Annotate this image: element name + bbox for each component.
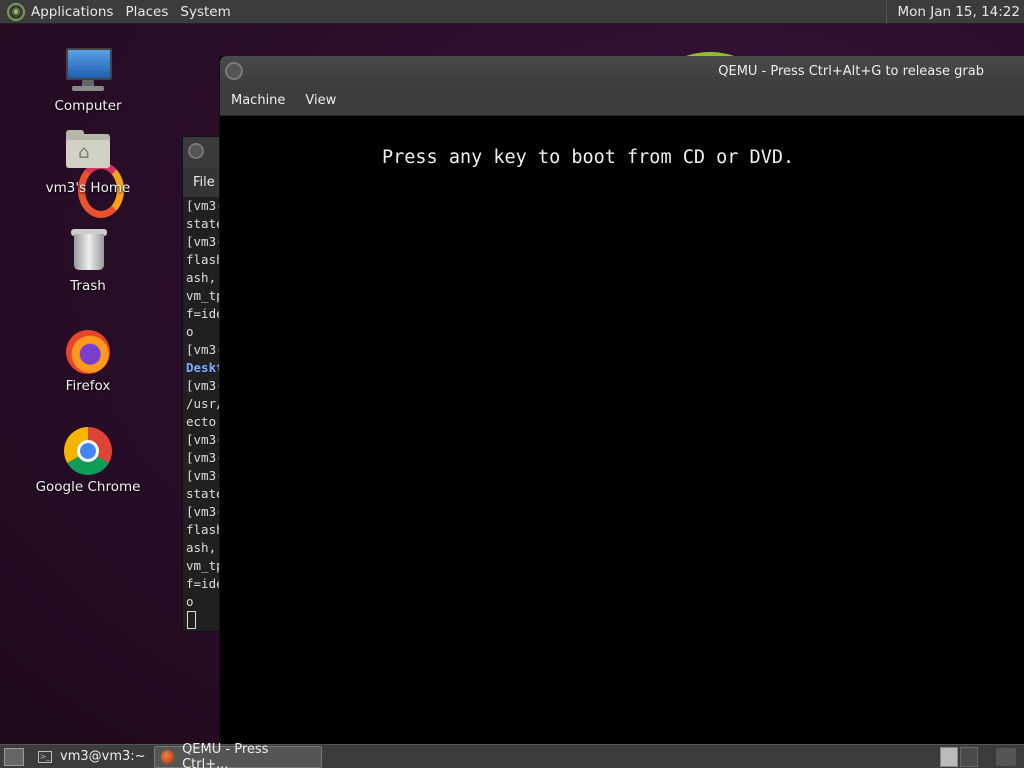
terminal-line: /usr/ <box>186 396 221 411</box>
boot-message: Press any key to boot from CD or DVD. <box>382 147 795 168</box>
applications-menu[interactable]: Applications <box>31 4 113 20</box>
desktop-icon-label: Google Chrome <box>35 479 141 495</box>
terminal-line: flash <box>186 522 221 537</box>
taskbar-item-terminal[interactable]: >_ vm3@vm3:~ <box>32 746 152 768</box>
terminal-line: f=ide <box>186 576 221 591</box>
system-menu[interactable]: System <box>180 4 230 20</box>
qemu-menubar: Machine View <box>220 86 1024 116</box>
terminal-line: o <box>186 594 194 609</box>
terminal-line: [vm3( <box>186 450 221 465</box>
terminal-line: ash, <box>186 270 217 285</box>
desktop-icon-home[interactable]: ⌂ vm3's Home <box>28 128 148 196</box>
desktop-icon-label: Computer <box>54 98 122 114</box>
terminal-line: state <box>186 216 221 231</box>
terminal-line: flash <box>186 252 221 267</box>
terminal-line: vm_tp <box>186 558 221 573</box>
terminal-icon: >_ <box>38 750 52 763</box>
qemu-titlebar[interactable]: QEMU - Press Ctrl+Alt+G to release grab <box>220 56 1024 86</box>
desktop-icon-chrome[interactable]: Google Chrome <box>28 427 148 495</box>
taskbar-item-label: vm3@vm3:~ <box>60 749 146 764</box>
terminal-line: [vm3( <box>186 378 221 393</box>
terminal-line: [vm3( <box>186 342 221 357</box>
terminal-line: [vm3( <box>186 432 221 447</box>
close-icon[interactable] <box>225 62 243 80</box>
terminal-line: [vm3( <box>186 504 221 519</box>
taskbar-item-label: QEMU - Press Ctrl+... <box>182 741 269 768</box>
terminal-file-menu[interactable]: File <box>193 175 215 190</box>
terminal-line: ash, <box>186 540 217 555</box>
top-panel: ◉ Applications Places System Mon Jan 15,… <box>0 0 1024 24</box>
desktop-icon-label: Firefox <box>65 378 111 394</box>
terminal-window[interactable]: File [vm3( state [vm3( flash ash, vm_tp f=ide o… <box>182 136 222 632</box>
terminal-line: [vm3( <box>186 468 221 483</box>
terminal-line: ecto <box>186 414 217 429</box>
workspace-2[interactable] <box>960 747 978 767</box>
desktop-icon-computer[interactable]: Computer <box>28 46 148 114</box>
desktop-icon-label: vm3's Home <box>45 180 131 196</box>
trash-icon <box>64 226 112 274</box>
terminal-line: state <box>186 486 221 501</box>
taskbar-item-qemu[interactable]: QEMU - Press Ctrl+... <box>153 742 322 768</box>
view-menu[interactable]: View <box>305 93 336 108</box>
desktop-icon-firefox[interactable]: Firefox <box>28 326 148 394</box>
vm-display[interactable]: Press any key to boot from CD or DVD. <box>220 116 1024 746</box>
computer-icon <box>64 46 112 94</box>
window-title: QEMU - Press Ctrl+Alt+G to release grab <box>718 64 984 79</box>
desktop-icon-label: Trash <box>70 278 106 294</box>
show-desktop-icon[interactable] <box>4 747 24 766</box>
workspace-1[interactable] <box>940 747 958 767</box>
terminal-output[interactable]: [vm3( state [vm3( flash ash, vm_tp f=ide o [vm3(… <box>183 197 221 634</box>
desktop-icon-trash[interactable]: Trash <box>28 226 148 294</box>
terminal-line: o <box>186 324 194 339</box>
bottom-panel: >_ vm3@vm3:~ QEMU - Press Ctrl+... <box>0 742 1024 768</box>
chrome-icon <box>64 427 112 475</box>
home-folder-icon: ⌂ <box>64 128 112 176</box>
terminal-line: vm_tp <box>186 288 221 303</box>
places-menu[interactable]: Places <box>125 4 168 20</box>
terminal-cursor <box>187 611 196 629</box>
terminal-line: [vm3( <box>186 198 221 213</box>
terminal-titlebar[interactable] <box>183 137 221 167</box>
trash-applet-icon[interactable] <box>996 748 1016 766</box>
terminal-line: [vm3( <box>186 234 221 249</box>
terminal-menubar: File <box>183 167 221 197</box>
firefox-icon <box>64 326 112 374</box>
distro-logo-icon[interactable]: ◉ <box>7 2 25 21</box>
qemu-icon <box>160 749 175 764</box>
terminal-line: Deskt <box>186 360 221 375</box>
terminal-line: f=ide <box>186 306 221 321</box>
machine-menu[interactable]: Machine <box>231 93 285 108</box>
close-icon[interactable] <box>188 143 204 159</box>
clock[interactable]: Mon Jan 15, 14:22 <box>886 0 1024 24</box>
qemu-window[interactable]: QEMU - Press Ctrl+Alt+G to release grab … <box>219 56 1024 746</box>
